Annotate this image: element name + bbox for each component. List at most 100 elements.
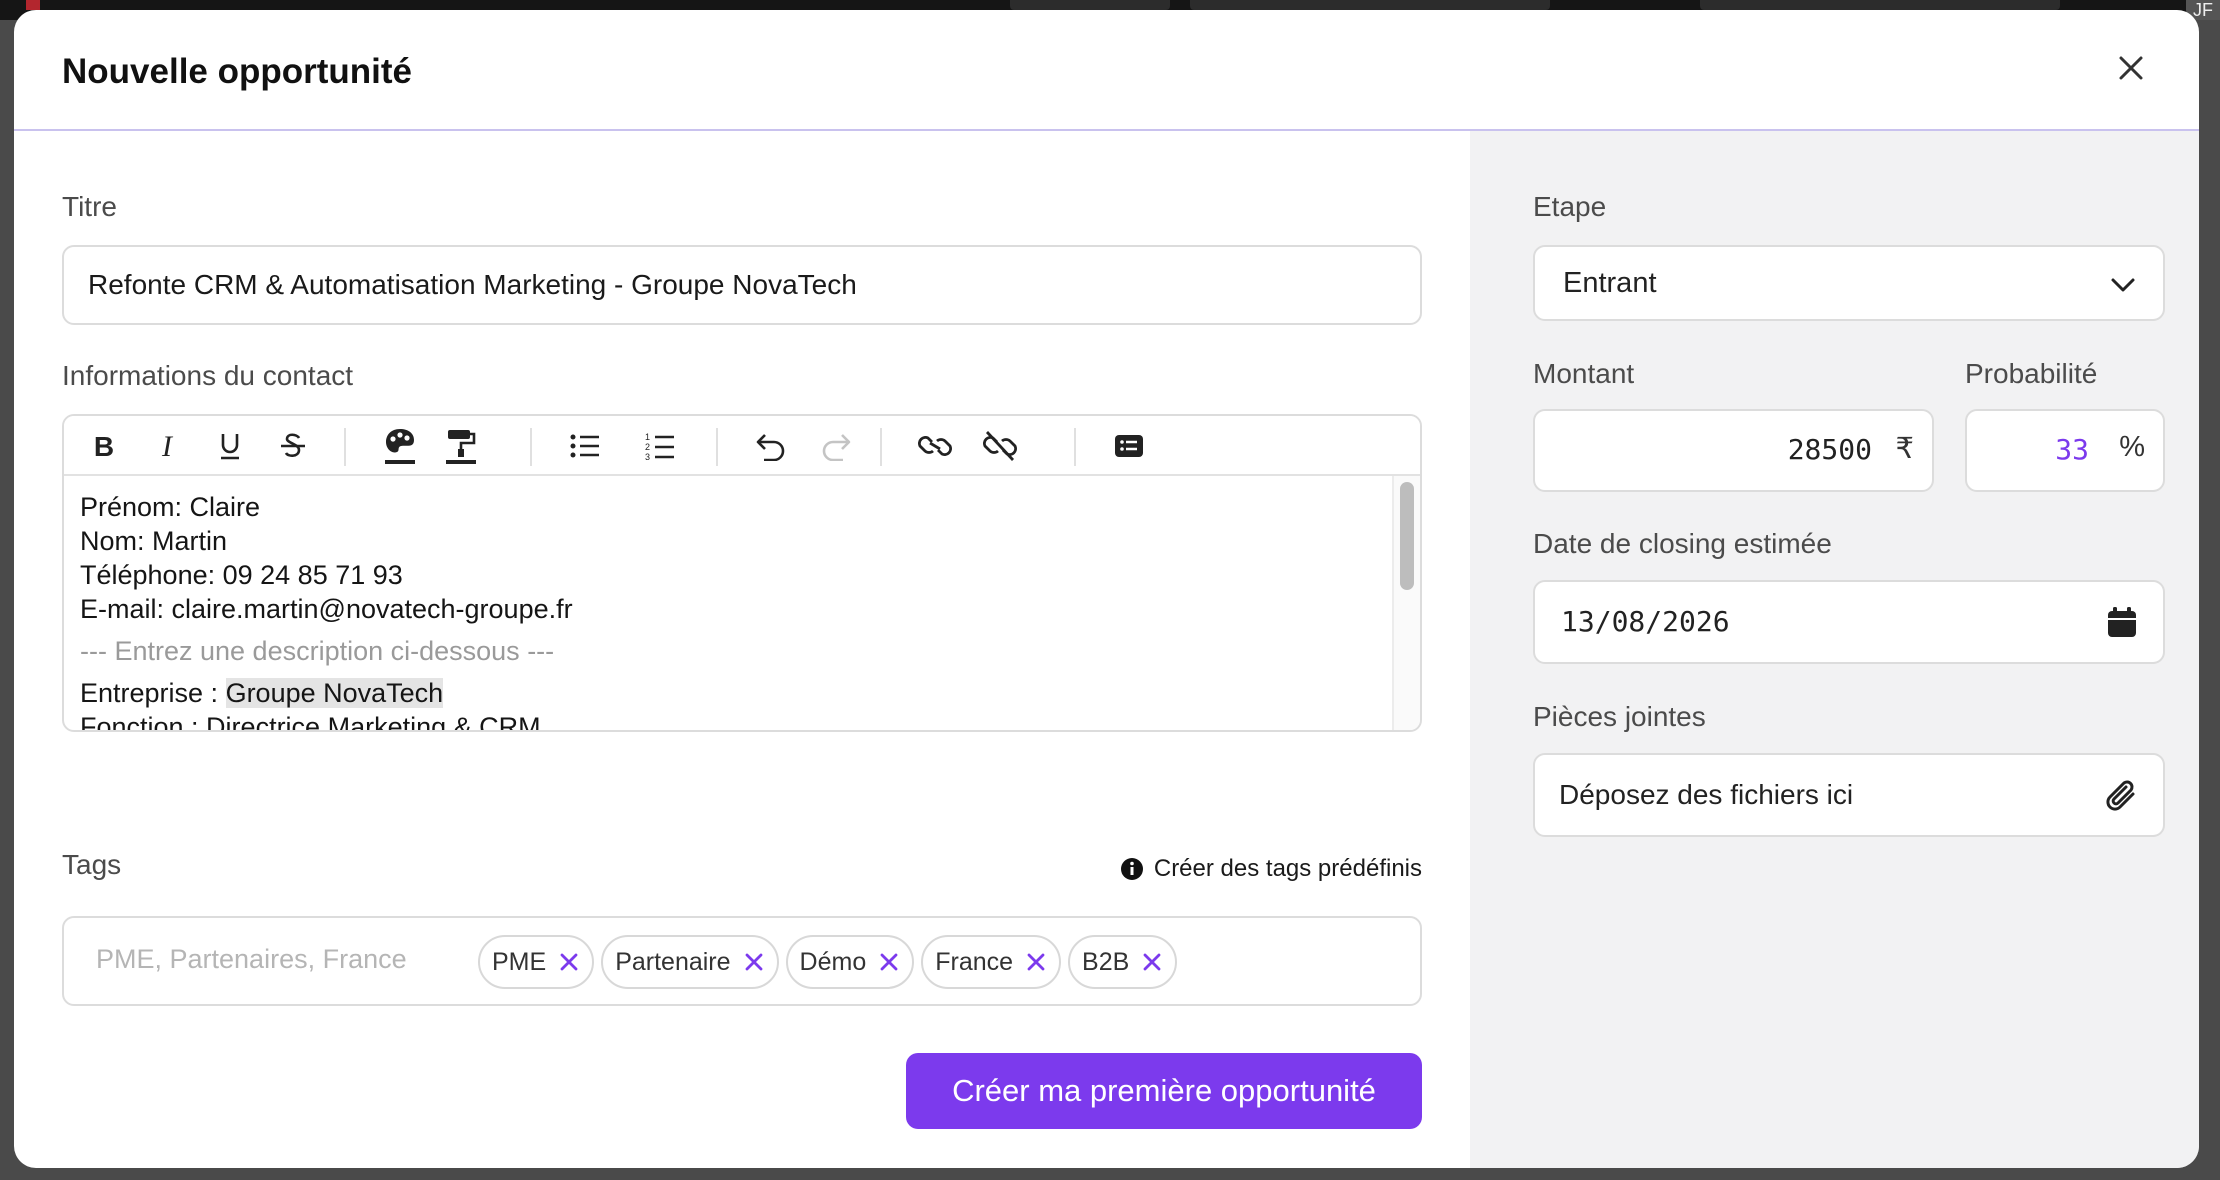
text-color-icon — [385, 429, 415, 464]
redo-button[interactable] — [815, 426, 857, 466]
toolbar-divider — [880, 428, 882, 466]
redo-icon — [822, 434, 851, 461]
svg-text:B: B — [94, 431, 114, 461]
paperclip-icon — [2106, 780, 2135, 811]
amount-value: 28500 — [1787, 433, 1872, 466]
toolbar-divider — [344, 428, 346, 466]
closing-date-input[interactable]: 13/08/2026 — [1533, 580, 2165, 664]
highlight-color-button[interactable] — [440, 426, 482, 466]
close-icon — [1027, 953, 1045, 971]
description-separator: --- Entrez une description ci-dessous --… — [80, 636, 555, 666]
svg-text:I: I — [161, 431, 174, 461]
close-icon — [880, 953, 898, 971]
company-name-highlight: Groupe NovaTech — [225, 678, 444, 708]
background-search — [1190, 0, 1550, 10]
background-logo — [26, 0, 40, 10]
contact-lastname-line: Nom: Martin — [80, 526, 228, 556]
editor-content[interactable]: Prénom: Claire Nom: Martin Téléphone: 09… — [80, 490, 1380, 732]
insert-field-icon — [1115, 435, 1143, 457]
probability-input[interactable]: 33 % — [1965, 409, 2165, 492]
modal-title: Nouvelle opportunité — [62, 52, 412, 91]
editor-toolbar: B I 1 2 3 — [64, 416, 1420, 476]
unlink-button[interactable] — [979, 426, 1021, 466]
amount-input[interactable]: 28500 ₹ — [1533, 409, 1934, 492]
remove-tag-button[interactable] — [745, 953, 763, 971]
tag-label: Démo — [799, 947, 867, 976]
numbered-list-button[interactable]: 123 — [639, 426, 681, 466]
background-tab — [1010, 0, 1170, 10]
tag-label: Partenaire — [615, 947, 731, 976]
amount-label: Montant — [1533, 358, 1635, 389]
remove-tag-button[interactable] — [880, 953, 898, 971]
company-prefix: Entreprise : — [80, 678, 226, 708]
percent-symbol: % — [2119, 431, 2145, 463]
info-icon — [1120, 858, 1143, 880]
stage-label: Etape — [1533, 191, 1607, 222]
tags-list: PME Partenaire Démo France B2B — [478, 935, 1178, 989]
strikethrough-button[interactable] — [272, 426, 314, 466]
svg-text:3: 3 — [645, 452, 650, 461]
tag-chip: Démo — [785, 935, 915, 989]
tag-chip: France — [921, 935, 1062, 989]
bold-button[interactable]: B — [83, 426, 125, 466]
tags-input[interactable]: PME, Partenaires, France PME Partenaire … — [62, 916, 1422, 1006]
main-form: Titre Refonte CRM & Automatisation Marke… — [62, 131, 1422, 1168]
probability-value: 33 — [2055, 433, 2089, 466]
create-predefined-tags-link[interactable]: Créer des tags prédéfinis — [1120, 855, 1422, 883]
tag-label: PME — [492, 947, 547, 976]
link-button[interactable] — [914, 426, 956, 466]
contact-info-label: Informations du contact — [62, 360, 354, 391]
contact-info-editor[interactable]: B I 1 2 3 Prénom: Claire Nom: Martin Tél… — [62, 414, 1422, 732]
italic-button[interactable]: I — [146, 426, 188, 466]
highlight-color-icon — [446, 430, 476, 464]
company-line: Entreprise : Groupe NovaTech — [80, 676, 1380, 710]
remove-tag-button[interactable] — [1027, 953, 1045, 971]
close-icon — [2119, 56, 2143, 80]
stage-value: Entrant — [1563, 267, 1657, 299]
close-icon — [745, 953, 762, 971]
attachments-dropzone[interactable]: Déposez des fichiers ici — [1533, 753, 2165, 837]
tags-placeholder: PME, Partenaires, France — [96, 944, 407, 974]
toolbar-divider — [716, 428, 718, 466]
create-opportunity-button[interactable]: Créer ma première opportunité — [906, 1053, 1422, 1129]
unlink-icon — [983, 431, 1017, 461]
text-color-button[interactable] — [379, 426, 421, 466]
stage-select[interactable]: Entrant — [1533, 245, 2165, 321]
closing-date-value: 13/08/2026 — [1561, 605, 1730, 638]
scrollbar-thumb[interactable] — [1400, 482, 1414, 590]
contact-email-line: E-mail: claire.martin@novatech-groupe.fr — [80, 594, 573, 624]
editor-scrollbar[interactable] — [1392, 476, 1420, 730]
undo-icon — [756, 434, 785, 461]
close-icon — [1143, 953, 1161, 971]
numbered-list-icon: 123 — [645, 432, 674, 461]
tag-label: B2B — [1082, 947, 1130, 976]
probability-label: Probabilité — [1965, 358, 2098, 389]
create-predefined-tags-label: Créer des tags prédéfinis — [1153, 855, 1422, 882]
currency-symbol: ₹ — [1895, 433, 1914, 465]
remove-tag-button[interactable] — [560, 953, 578, 971]
remove-tag-button[interactable] — [1143, 953, 1161, 971]
link-icon — [918, 436, 952, 456]
close-icon — [560, 953, 578, 971]
calendar-icon — [2108, 607, 2136, 637]
title-input[interactable]: Refonte CRM & Automatisation Marketing -… — [62, 245, 1422, 325]
new-opportunity-modal: Nouvelle opportunité Titre Refonte CRM &… — [14, 10, 2199, 1168]
tag-chip: B2B — [1068, 935, 1178, 989]
background-new-button — [1700, 0, 2060, 10]
closing-date-label: Date de closing estimée — [1533, 528, 1832, 559]
tag-chip: Partenaire — [601, 935, 779, 989]
contact-phone-line: Téléphone: 09 24 85 71 93 — [80, 560, 403, 590]
attachments-label: Pièces jointes — [1533, 701, 1706, 732]
underline-button[interactable] — [209, 426, 251, 466]
bullet-list-icon — [570, 434, 599, 458]
bullet-list-button[interactable] — [564, 426, 606, 466]
chevron-down-icon — [2111, 278, 2135, 292]
toolbar-divider — [1074, 428, 1076, 466]
insert-field-button[interactable] — [1108, 426, 1150, 466]
close-button[interactable] — [2111, 48, 2151, 88]
attachments-placeholder: Déposez des fichiers ici — [1559, 779, 1854, 810]
undo-button[interactable] — [750, 426, 792, 466]
bold-icon: B — [94, 431, 114, 461]
svg-text:2: 2 — [645, 442, 650, 452]
role-line: Fonction : Directrice Marketing & CRM — [80, 712, 541, 732]
